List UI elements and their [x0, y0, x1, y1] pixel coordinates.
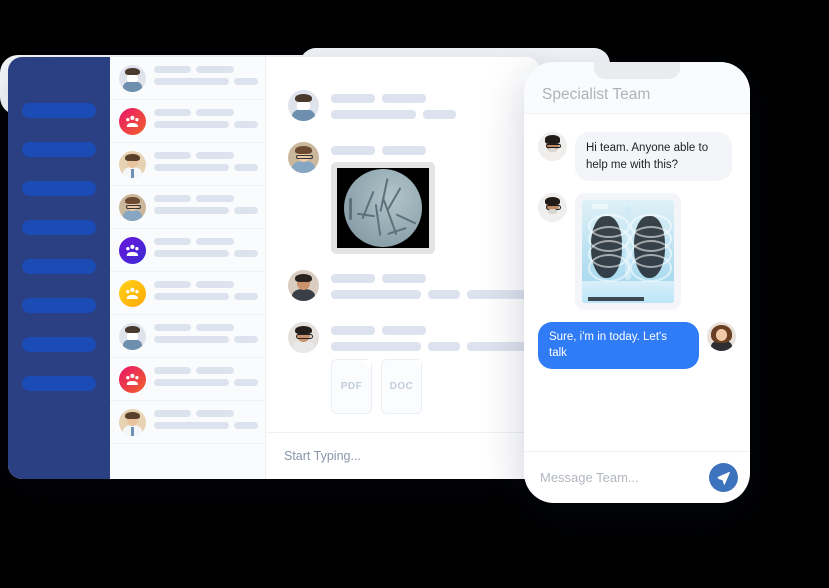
- message-text: Hi team. Anyone able to help me with thi…: [586, 142, 709, 171]
- desktop-conversation-panel: PDF DOC Start Typing...: [266, 57, 540, 479]
- doctor-female-glasses-avatar: [119, 193, 146, 221]
- phone-composer-placeholder: Message Team...: [540, 470, 639, 485]
- mobile-chat-window: Specialist Team Hi team. Anyone able to …: [524, 62, 750, 503]
- angiogram-disc: [344, 169, 422, 247]
- group-icon-yellow: [119, 279, 146, 307]
- doctor-mask-avatar: [119, 64, 146, 92]
- desktop-composer[interactable]: Start Typing...: [266, 432, 540, 479]
- incoming-image-bubble[interactable]: [575, 193, 681, 311]
- page-title: Specialist Team: [542, 86, 651, 103]
- contact-placeholder-lines: [154, 195, 258, 219]
- list-item[interactable]: [110, 401, 265, 444]
- nav-rail-item-4[interactable]: [22, 220, 96, 235]
- phone-composer[interactable]: Message Team...: [524, 451, 750, 503]
- message-item: [266, 142, 540, 254]
- message-item: Hi team. Anyone able to help me with thi…: [538, 132, 736, 182]
- contact-placeholder-lines: [154, 324, 258, 348]
- doctor-beard-avatar: [288, 270, 319, 301]
- desktop-nav-rail: [8, 57, 110, 479]
- incoming-message-bubble: Hi team. Anyone able to help me with thi…: [575, 132, 732, 182]
- contact-placeholder-lines: [154, 238, 258, 262]
- doctor-male-avatar: [119, 408, 146, 436]
- desktop-chat-window: PDF DOC Start Typing...: [8, 57, 540, 479]
- list-item[interactable]: [110, 315, 265, 358]
- message-with-scan: [331, 142, 537, 254]
- contact-placeholder-lines: [154, 152, 258, 176]
- paper-plane-icon: [717, 471, 730, 485]
- list-item[interactable]: [110, 57, 265, 100]
- group-icon-pink: [119, 365, 146, 393]
- attachment-chip-doc[interactable]: DOC: [381, 359, 422, 414]
- woman-brown-hair-avatar: [707, 322, 736, 352]
- doctor-mask-avatar: [288, 90, 319, 121]
- message-item: [538, 193, 736, 311]
- doctor-male-avatar: [119, 150, 146, 178]
- list-item[interactable]: [110, 272, 265, 315]
- doctor-beard-glasses-avatar: [538, 193, 567, 223]
- phone-notch: [594, 62, 680, 79]
- app-mockup-stage: PDF DOC Start Typing... Specialist Team: [0, 0, 829, 588]
- list-item[interactable]: [110, 186, 265, 229]
- nav-rail-item-5[interactable]: [22, 259, 96, 274]
- message-item: Sure, i'm in today. Let's talk: [538, 322, 736, 370]
- contact-placeholder-lines: [154, 109, 258, 133]
- desktop-composer-placeholder: Start Typing...: [284, 449, 361, 464]
- message-placeholder-lines: [331, 270, 537, 306]
- doctor-glasses-avatar: [288, 322, 319, 353]
- nav-rail-item-8[interactable]: [22, 376, 96, 391]
- doctor-mask-avatar: [119, 322, 146, 350]
- message-placeholder-lines: [331, 90, 537, 126]
- send-button[interactable]: [709, 463, 738, 492]
- message-with-attachments: PDF DOC: [331, 322, 537, 414]
- list-item[interactable]: [110, 358, 265, 401]
- message-item: [266, 90, 540, 126]
- doctor-beard-glasses-avatar: [538, 132, 567, 161]
- nav-rail-item-2[interactable]: [22, 142, 96, 157]
- contact-placeholder-lines: [154, 367, 258, 391]
- list-item[interactable]: [110, 229, 265, 272]
- attachment-chip-pdf[interactable]: PDF: [331, 359, 372, 414]
- message-text: Sure, i'm in today. Let's talk: [549, 331, 667, 359]
- nav-rail-item-7[interactable]: [22, 337, 96, 352]
- nav-rail-item-6[interactable]: [22, 298, 96, 313]
- contact-list[interactable]: [110, 57, 266, 479]
- doctor-female-glasses-avatar: [288, 142, 319, 173]
- phone-message-list: Hi team. Anyone able to help me with thi…: [524, 114, 750, 451]
- nav-rail-item-3[interactable]: [22, 181, 96, 196]
- angiogram-scan-image: [337, 168, 429, 248]
- group-icon-pink: [119, 107, 146, 135]
- contact-placeholder-lines: [154, 66, 258, 90]
- chest-xray-image: [582, 200, 674, 304]
- list-item[interactable]: [110, 143, 265, 186]
- angiogram-scan-attachment[interactable]: [331, 162, 435, 254]
- contact-placeholder-lines: [154, 410, 258, 434]
- message-item: PDF DOC: [266, 322, 540, 414]
- contact-placeholder-lines: [154, 281, 258, 305]
- message-list: PDF DOC: [266, 57, 540, 432]
- group-icon-purple: [119, 236, 146, 264]
- outgoing-message-bubble: Sure, i'm in today. Let's talk: [538, 322, 699, 370]
- list-item[interactable]: [110, 100, 265, 143]
- attachment-chip-list: PDF DOC: [331, 359, 537, 414]
- nav-rail-item-1[interactable]: [22, 103, 96, 118]
- message-item: [266, 270, 540, 306]
